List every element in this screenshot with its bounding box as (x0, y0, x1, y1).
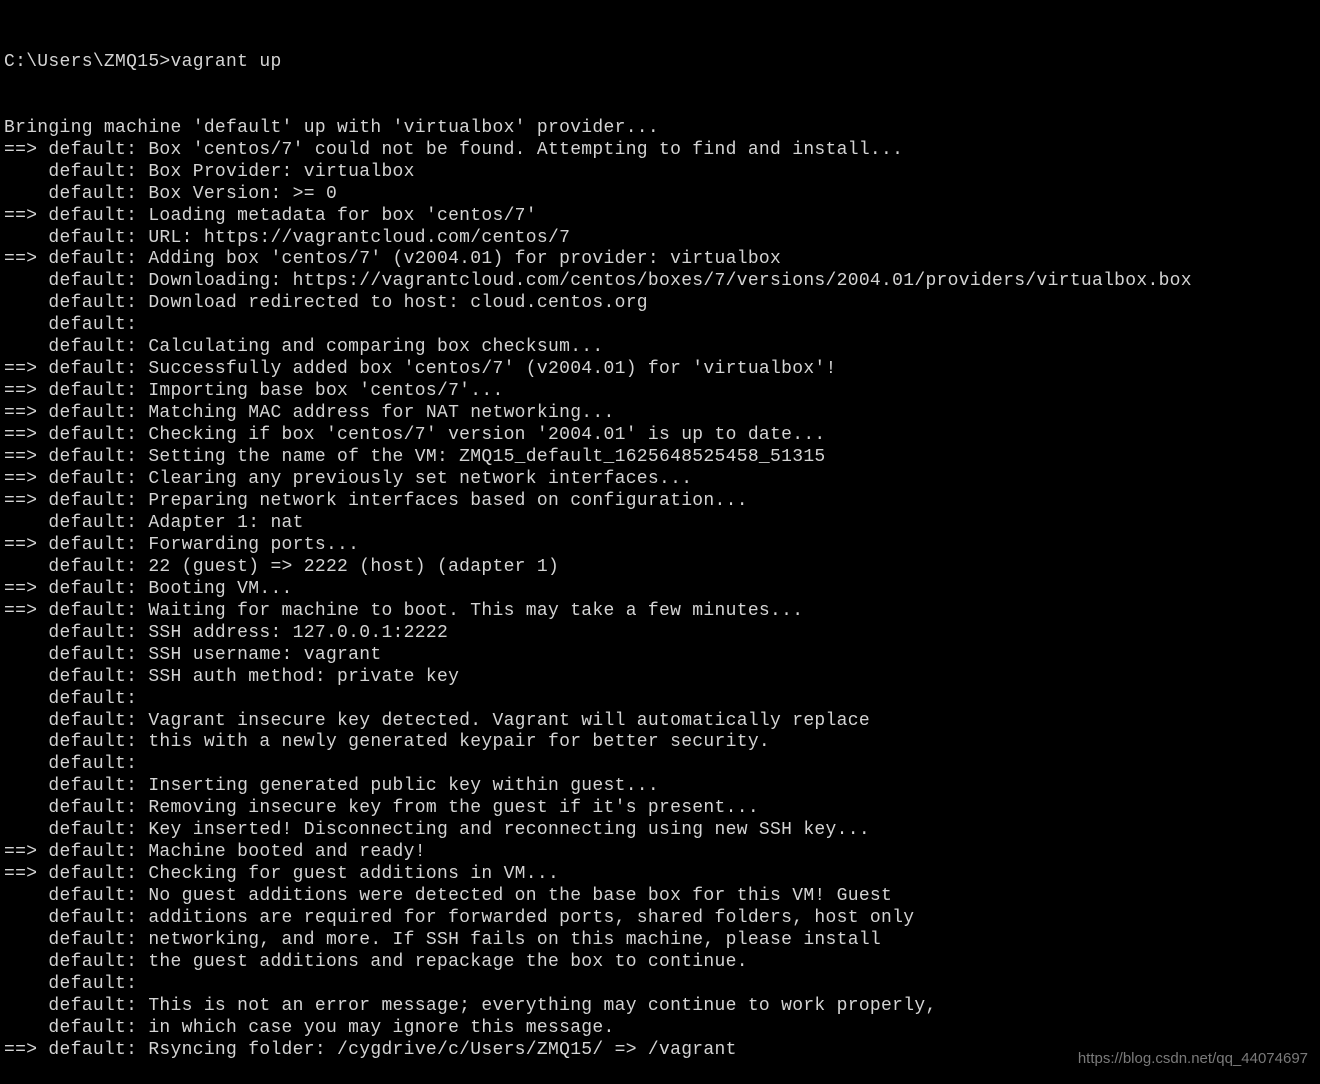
output-lines: Bringing machine 'default' up with 'virt… (4, 118, 1316, 1062)
output-line: default: in which case you may ignore th… (4, 1018, 1316, 1040)
output-line: ==> default: Adding box 'centos/7' (v200… (4, 249, 1316, 271)
output-line: default: Key inserted! Disconnecting and… (4, 820, 1316, 842)
output-line: default: Downloading: https://vagrantclo… (4, 271, 1316, 293)
watermark-text: https://blog.csdn.net/qq_44074697 (1078, 1050, 1308, 1068)
output-line: default: (4, 315, 1316, 337)
output-line: ==> default: Loading metadata for box 'c… (4, 206, 1316, 228)
output-line: default: this with a newly generated key… (4, 732, 1316, 754)
output-line: default: Adapter 1: nat (4, 513, 1316, 535)
output-line: ==> default: Successfully added box 'cen… (4, 359, 1316, 381)
output-line: default: SSH address: 127.0.0.1:2222 (4, 623, 1316, 645)
output-line: ==> default: Waiting for machine to boot… (4, 601, 1316, 623)
output-line: ==> default: Checking if box 'centos/7' … (4, 425, 1316, 447)
output-line: ==> default: Machine booted and ready! (4, 842, 1316, 864)
terminal-output[interactable]: C:\Users\ZMQ15>vagrant up Bringing machi… (4, 8, 1316, 1084)
output-line: default: SSH username: vagrant (4, 645, 1316, 667)
output-line: ==> default: Box 'centos/7' could not be… (4, 140, 1316, 162)
output-line: ==> default: Clearing any previously set… (4, 469, 1316, 491)
output-line: default: Box Provider: virtualbox (4, 162, 1316, 184)
output-line: ==> default: Preparing network interface… (4, 491, 1316, 513)
output-line: default: Inserting generated public key … (4, 776, 1316, 798)
command-prompt-line: C:\Users\ZMQ15>vagrant up (4, 52, 1316, 74)
output-line: default: the guest additions and repacka… (4, 952, 1316, 974)
output-line: ==> default: Setting the name of the VM:… (4, 447, 1316, 469)
output-line: default: (4, 689, 1316, 711)
output-line: default: URL: https://vagrantcloud.com/c… (4, 228, 1316, 250)
output-line: ==> default: Checking for guest addition… (4, 864, 1316, 886)
output-line: default: 22 (guest) => 2222 (host) (adap… (4, 557, 1316, 579)
output-line: default: (4, 974, 1316, 996)
output-line: default: Box Version: >= 0 (4, 184, 1316, 206)
output-line: default: additions are required for forw… (4, 908, 1316, 930)
output-line: ==> default: Booting VM... (4, 579, 1316, 601)
output-line: default: SSH auth method: private key (4, 667, 1316, 689)
output-line: default: Vagrant insecure key detected. … (4, 711, 1316, 733)
output-line: default: Removing insecure key from the … (4, 798, 1316, 820)
output-line: ==> default: Importing base box 'centos/… (4, 381, 1316, 403)
output-line: ==> default: Forwarding ports... (4, 535, 1316, 557)
output-line: default: No guest additions were detecte… (4, 886, 1316, 908)
output-line: default: Calculating and comparing box c… (4, 337, 1316, 359)
output-line: default: (4, 754, 1316, 776)
output-line: default: Download redirected to host: cl… (4, 293, 1316, 315)
output-line: ==> default: Matching MAC address for NA… (4, 403, 1316, 425)
output-line: Bringing machine 'default' up with 'virt… (4, 118, 1316, 140)
output-line: default: networking, and more. If SSH fa… (4, 930, 1316, 952)
output-line: default: This is not an error message; e… (4, 996, 1316, 1018)
